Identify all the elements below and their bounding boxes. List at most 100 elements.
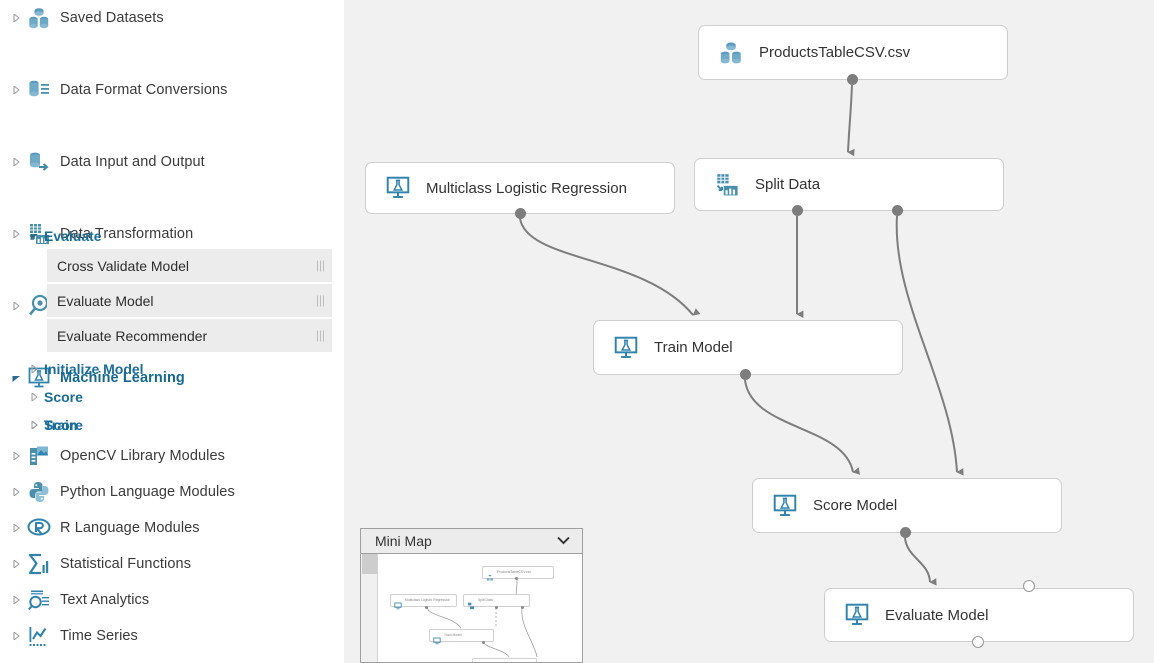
sidebar-item-saved-datasets[interactable]: Saved Datasets [0, 0, 344, 36]
port-train-output[interactable] [740, 369, 751, 380]
expand-arrow-icon[interactable] [6, 288, 26, 324]
data-input-output-icon [26, 149, 52, 175]
sidebar-item-label: Saved Datasets [60, 10, 164, 26]
sidebar-group-train[interactable]: Train [0, 409, 77, 441]
sidebar-group-label: Score [44, 389, 83, 405]
sidebar-item-label: Statistical Functions [60, 556, 191, 572]
mini-map-node[interactable]: Train Model [429, 629, 494, 642]
node-products-table-csv[interactable]: ProductsTableCSV.csv [698, 25, 1008, 80]
drag-handle-icon[interactable] [317, 260, 324, 271]
node-train-model[interactable]: Train Model [593, 320, 903, 375]
mini-map-port [482, 641, 485, 644]
mini-map-scroll-thumb[interactable] [362, 554, 377, 574]
node-score-model[interactable]: Score Model [752, 478, 1062, 533]
edge-dataset-to-split [848, 85, 852, 152]
module-label: Evaluate Model [57, 293, 154, 309]
drag-handle-icon[interactable] [317, 330, 324, 341]
expand-arrow-icon[interactable] [6, 618, 26, 654]
split-icon [713, 171, 741, 199]
expand-arrow-icon[interactable] [6, 438, 26, 474]
sidebar-item-time-series[interactable]: Time Series [0, 618, 138, 654]
mini-map-header[interactable]: Mini Map [361, 529, 582, 554]
sidebar-item-r-language-modules[interactable]: R Language Modules [0, 510, 200, 546]
node-label: Score Model [813, 497, 897, 514]
node-evaluate-model[interactable]: Evaluate Model [824, 588, 1134, 642]
sidebar-item-label: Text Analytics [60, 592, 149, 608]
sidebar-item-data-format-conversions[interactable]: Data Format Conversions [0, 72, 344, 108]
node-split-data[interactable]: Split Data [694, 158, 1004, 211]
module-cross-validate-model[interactable]: Cross Validate Model [47, 249, 332, 283]
mini-map-port [425, 606, 428, 609]
mini-map-port [495, 606, 498, 609]
drag-handle-icon[interactable] [317, 295, 324, 306]
opencv-library-icon [26, 443, 52, 469]
sidebar-item-label: Time Series [60, 628, 138, 644]
expand-arrow-icon[interactable] [6, 144, 26, 180]
mini-map-scrollbar[interactable] [361, 554, 378, 663]
node-label: Split Data [755, 176, 820, 193]
mini-map-node[interactable]: ProductsTableCSV.csv [482, 566, 554, 579]
expand-arrow-icon[interactable] [6, 72, 26, 108]
mini-map-node[interactable]: Score Model [472, 658, 537, 663]
mini-map-node-label: Train Model [444, 629, 462, 642]
expand-arrow-icon[interactable] [6, 546, 26, 582]
split-icon [467, 597, 475, 605]
saved-datasets-icon [26, 5, 52, 31]
dataset-icon [717, 39, 745, 67]
edge-train-to-score [745, 380, 853, 472]
sidebar-group-label: Train [44, 417, 77, 433]
text-analytics-icon [26, 587, 52, 613]
sidebar-group-evaluate[interactable]: Evaluate [0, 220, 102, 252]
module-label: Evaluate Recommender [57, 328, 207, 344]
sidebar-item-python-language-modules[interactable]: Python Language Modules [0, 474, 235, 510]
sidebar-item-statistical-functions[interactable]: Statistical Functions [0, 546, 191, 582]
experiment-canvas[interactable]: ProductsTableCSV.csv Multiclass Logistic… [344, 0, 1154, 663]
mini-map-node-label: Multiclass Logistic Regression [405, 594, 450, 607]
expand-arrow-icon[interactable] [6, 510, 26, 546]
expand-arrow-icon[interactable] [6, 474, 26, 510]
mini-map-port [521, 606, 524, 609]
mini-map-title: Mini Map [375, 533, 432, 549]
mini-map-body[interactable]: ProductsTableCSV.csv Multiclass Logistic… [361, 554, 582, 663]
node-label: Multiclass Logistic Regression [426, 180, 627, 197]
model-icon [394, 597, 402, 605]
mini-map-viewport[interactable]: ProductsTableCSV.csv Multiclass Logistic… [379, 554, 582, 663]
port-split-output-left[interactable] [792, 205, 803, 216]
mini-map-node[interactable]: Multiclass Logistic Regression [390, 594, 457, 607]
model-icon [843, 601, 871, 629]
mini-map-node-label: Score Model [487, 658, 506, 663]
module-palette-sidebar: Saved Datasets Data Format Conversions [0, 0, 344, 663]
port-dataset-output[interactable] [847, 74, 858, 85]
sidebar-item-text-analytics[interactable]: Text Analytics [0, 582, 149, 618]
module-evaluate-model[interactable]: Evaluate Model [47, 284, 332, 318]
edge-score-to-evaluate [905, 538, 930, 582]
expand-arrow-icon[interactable] [24, 409, 44, 441]
model-icon [612, 334, 640, 362]
node-label: Train Model [654, 339, 733, 356]
sidebar-item-data-input-and-output[interactable]: Data Input and Output [0, 144, 344, 180]
port-evaluate-input-right[interactable] [1023, 580, 1035, 592]
module-evaluate-recommender[interactable]: Evaluate Recommender [47, 319, 332, 353]
sidebar-group-label: Evaluate [44, 228, 102, 244]
port-mlr-output[interactable] [515, 208, 526, 219]
expand-arrow-icon[interactable] [6, 582, 26, 618]
sidebar-item-opencv-library-modules[interactable]: OpenCV Library Modules [0, 438, 225, 474]
mini-map-port [515, 577, 518, 580]
collapse-arrow-icon[interactable] [24, 220, 44, 252]
statistical-functions-icon [26, 551, 52, 577]
dataset-icon [486, 569, 494, 577]
sidebar-item-label: OpenCV Library Modules [60, 448, 225, 464]
data-format-conversions-icon [26, 77, 52, 103]
sidebar-item-label: Data Format Conversions [60, 82, 228, 98]
model-icon [771, 492, 799, 520]
node-multiclass-logistic-regression[interactable]: Multiclass Logistic Regression [365, 162, 675, 214]
sidebar-item-label: Data Input and Output [60, 154, 205, 170]
port-score-output[interactable] [900, 527, 911, 538]
mini-map-panel[interactable]: Mini Map [360, 528, 583, 663]
chevron-down-icon[interactable] [557, 532, 570, 550]
expand-arrow-icon[interactable] [6, 0, 26, 36]
python-language-icon [26, 479, 52, 505]
port-split-output-right[interactable] [892, 205, 903, 216]
port-evaluate-output[interactable] [972, 636, 984, 648]
model-icon [433, 632, 441, 640]
